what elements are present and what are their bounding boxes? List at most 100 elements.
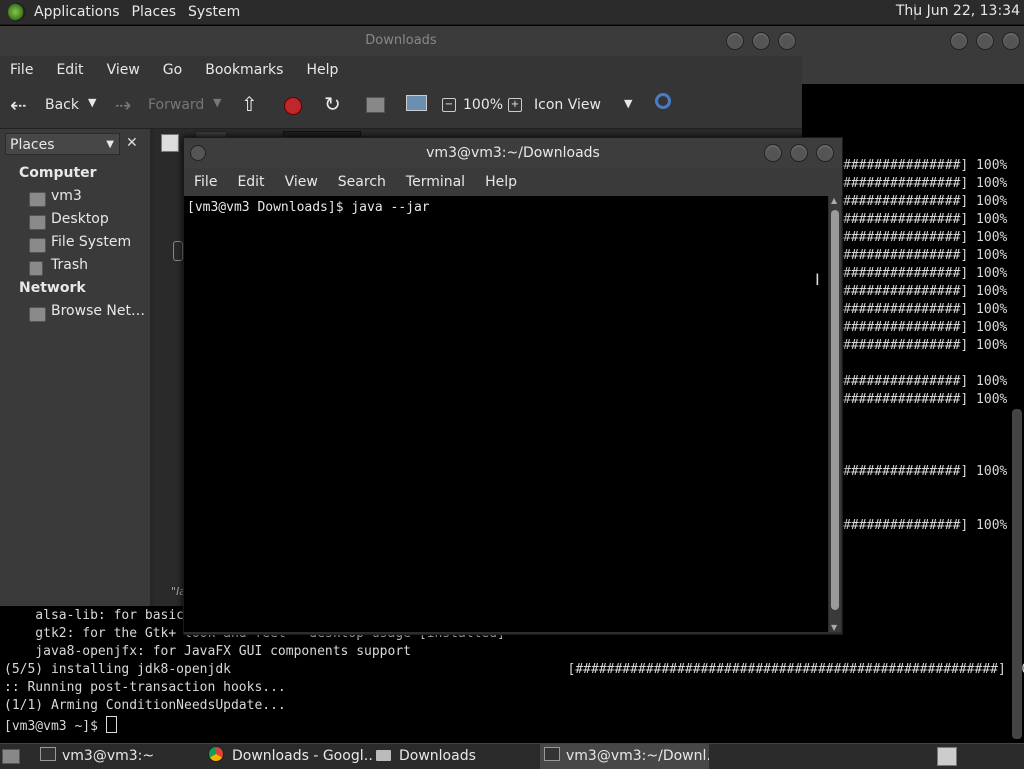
progress-line: ###############] 100% xyxy=(843,266,1008,281)
progress-line: ###############] 100% xyxy=(843,320,1008,335)
computer-icon[interactable] xyxy=(406,95,427,111)
minimize-button[interactable] xyxy=(950,32,968,50)
menu-file[interactable]: File xyxy=(10,62,33,78)
scroll-down-icon[interactable]: ▼ xyxy=(831,623,837,632)
folder-icon xyxy=(376,750,391,761)
places-sidebar: Places ▼ ✕ Computer vm3 Desktop File Syst… xyxy=(0,129,153,606)
sidebar-item-file-system[interactable]: File System xyxy=(51,234,131,250)
terminal-screen[interactable]: [vm3@vm3 Downloads]$ java --jar xyxy=(184,196,828,632)
progress-line: ###############] 100% xyxy=(843,158,1008,173)
sidebar-item-desktop[interactable]: Desktop xyxy=(51,211,109,227)
trash-icon xyxy=(29,261,43,276)
close-button[interactable] xyxy=(816,144,834,162)
view-mode-select[interactable]: Icon View xyxy=(534,97,601,113)
maximize-button[interactable] xyxy=(976,32,994,50)
background-terminal-scrollbar[interactable] xyxy=(1012,409,1022,739)
workspace-switcher[interactable] xyxy=(937,747,957,766)
zoom-out-icon[interactable]: − xyxy=(442,98,456,112)
forward-history-chevron-icon[interactable]: ▼ xyxy=(213,96,221,109)
close-button[interactable] xyxy=(778,32,796,50)
prompt-text: [vm3@vm3 ~]$ xyxy=(4,719,106,734)
minimize-button[interactable] xyxy=(764,144,782,162)
sidebar-item-browse-network[interactable]: Browse Net… xyxy=(51,303,145,319)
up-arrow-icon[interactable]: ⇧ xyxy=(241,92,258,116)
sidebar-item-vm3[interactable]: vm3 xyxy=(51,188,82,204)
menu-edit[interactable]: Edit xyxy=(56,62,83,78)
progress-line: ###############] 100% xyxy=(843,194,1008,209)
search-icon[interactable] xyxy=(655,93,671,109)
forward-arrow-icon[interactable]: ⇢ xyxy=(115,93,132,117)
progress-line: ###############] 100% xyxy=(843,464,1008,479)
clock[interactable]: Thu Jun 22, 13:34 xyxy=(896,3,1020,19)
top-panel: Applications Places System Thu Jun 22, 1… xyxy=(0,0,1024,25)
back-history-chevron-icon[interactable]: ▼ xyxy=(88,96,96,109)
window-title: Downloads xyxy=(365,33,437,48)
menu-go[interactable]: Go xyxy=(163,62,182,78)
places-combo[interactable]: Places ▼ xyxy=(5,133,120,155)
places-menu[interactable]: Places xyxy=(132,4,177,20)
close-button[interactable] xyxy=(1002,32,1020,50)
terminal-line: java8-openjfx: for JavaFX GUI components… xyxy=(4,644,411,659)
terminal-prompt[interactable]: [vm3@vm3 ~]$ xyxy=(4,716,117,734)
view-mode-chevron-icon[interactable]: ▼ xyxy=(624,97,632,110)
sidebar-heading-computer: Computer xyxy=(19,165,97,181)
progress-line: ###############] 100% xyxy=(843,374,1008,389)
menu-terminal[interactable]: Terminal xyxy=(406,174,465,190)
task-label: Downloads xyxy=(399,748,476,764)
progress-line: ###############] 100% xyxy=(843,338,1008,353)
forward-button[interactable]: Forward xyxy=(148,97,204,113)
terminal-line: (5/5) installing jdk8-openjdk [#########… xyxy=(4,662,1024,677)
distro-logo-icon[interactable] xyxy=(8,3,26,21)
progress-line: ###############] 100% xyxy=(843,284,1008,299)
edit-location-icon[interactable] xyxy=(161,134,179,152)
task-chrome-downloads[interactable]: Downloads - Googl… xyxy=(204,744,373,769)
maximize-button[interactable] xyxy=(790,144,808,162)
close-sidebar-icon[interactable]: ✕ xyxy=(126,135,138,151)
menu-view[interactable]: View xyxy=(107,62,140,78)
content-item-fragment[interactable] xyxy=(173,241,183,261)
reload-icon[interactable]: ↻ xyxy=(324,92,341,116)
file-manager-titlebar[interactable]: Downloads xyxy=(0,26,802,56)
task-terminal-home[interactable]: vm3@vm3:~ xyxy=(36,744,205,769)
home-icon[interactable] xyxy=(366,97,385,113)
sidebar-heading-network: Network xyxy=(19,280,86,296)
minimize-button[interactable] xyxy=(726,32,744,50)
terminal-prompt: [vm3@vm3 Downloads]$ java --jar xyxy=(187,200,430,215)
stop-icon[interactable] xyxy=(284,97,302,115)
applications-menu[interactable]: Applications xyxy=(34,4,120,20)
system-menu[interactable]: System xyxy=(188,4,240,20)
task-file-manager[interactable]: Downloads xyxy=(372,744,541,769)
task-terminal-downloads[interactable]: vm3@vm3:~/Downl… xyxy=(540,744,709,769)
progress-line: ###############] 100% xyxy=(843,230,1008,245)
menu-file[interactable]: File xyxy=(194,174,217,190)
desktop-icon xyxy=(29,215,46,230)
back-arrow-icon[interactable]: ⇠ xyxy=(10,93,27,117)
terminal-window-icon xyxy=(190,145,206,161)
back-button[interactable]: Back xyxy=(45,97,79,113)
file-manager-menubar: File Edit View Go Bookmarks Help xyxy=(0,56,802,84)
sidebar-item-trash[interactable]: Trash xyxy=(51,257,88,273)
menu-bookmarks[interactable]: Bookmarks xyxy=(205,62,283,78)
menu-view[interactable]: View xyxy=(285,174,318,190)
background-terminal-titlebar[interactable] xyxy=(800,26,1024,84)
progress-line: ###############] 100% xyxy=(843,248,1008,263)
scroll-up-icon[interactable]: ▲ xyxy=(831,196,837,205)
terminal-titlebar[interactable]: vm3@vm3:~/Downloads xyxy=(184,138,842,168)
chevron-down-icon: ▼ xyxy=(106,139,114,150)
file-manager-toolbar: ⇠ Back ▼ ⇢ Forward ▼ ⇧ ↻ − 100% + Icon V… xyxy=(0,84,802,129)
terminal-window[interactable]: vm3@vm3:~/Downloads File Edit View Searc… xyxy=(183,137,843,635)
terminal-scrollbar[interactable]: ▲ ▼ xyxy=(829,196,841,632)
terminal-scrollbar-thumb[interactable] xyxy=(831,210,839,610)
terminal-icon xyxy=(544,747,560,761)
zoom-in-icon[interactable]: + xyxy=(508,98,522,112)
chrome-icon xyxy=(208,746,224,762)
menu-help[interactable]: Help xyxy=(485,174,517,190)
home-folder-icon xyxy=(29,192,46,207)
menu-edit[interactable]: Edit xyxy=(237,174,264,190)
task-label: Downloads - Googl… xyxy=(232,748,373,764)
bottom-taskbar: vm3@vm3:~ Downloads - Googl… Downloads v… xyxy=(0,743,1024,769)
maximize-button[interactable] xyxy=(752,32,770,50)
show-desktop-icon[interactable] xyxy=(2,749,20,764)
menu-help[interactable]: Help xyxy=(306,62,338,78)
menu-search[interactable]: Search xyxy=(338,174,386,190)
